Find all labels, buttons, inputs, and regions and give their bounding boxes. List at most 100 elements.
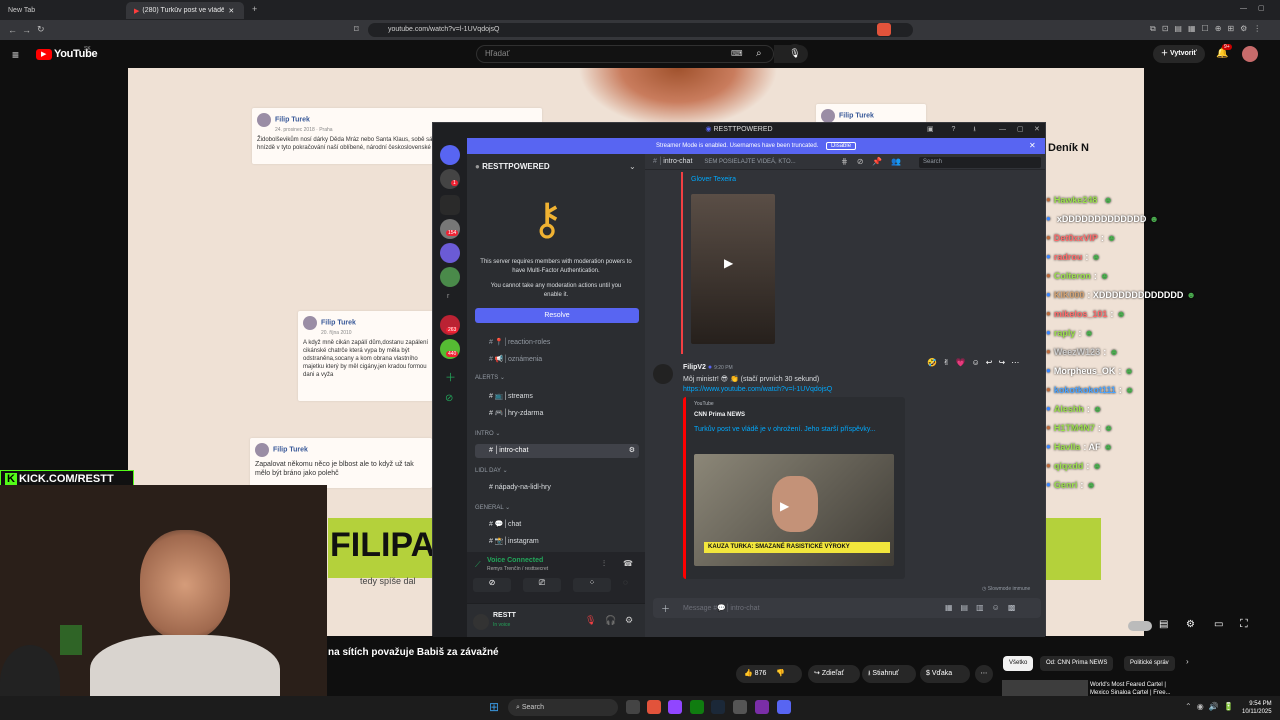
discord-titlebar-icons[interactable]: ▣ ? ⭳ [927, 126, 984, 133]
discord-taskbar-icon[interactable] [777, 700, 791, 714]
channel-intro-chat[interactable]: # │intro-chat ⚙ [475, 444, 639, 458]
channel-settings-icon[interactable]: ⚙ [629, 444, 635, 458]
rec-title[interactable]: World's Most Feared Cartel | Mexico Sinal… [1090, 681, 1171, 697]
chip-channel[interactable]: Od: CNN Prima NEWS [1040, 656, 1114, 671]
tab-new-tab[interactable]: New Tab [0, 2, 120, 19]
subtitles-icon[interactable]: ▤ [1159, 619, 1168, 630]
category-intro[interactable]: INTRO ⌄ [475, 430, 500, 437]
server-icon[interactable] [440, 219, 460, 239]
activities-button[interactable]: ⁘ [573, 578, 611, 592]
back-icon[interactable]: ← [8, 26, 17, 35]
mute-icon[interactable]: 🎙 [585, 615, 596, 626]
channel-search-input[interactable]: Search [919, 157, 1041, 168]
close-tab-icon[interactable]: ✕ [228, 7, 234, 15]
embed-author[interactable]: CNN Prima NEWS [694, 412, 745, 418]
brave-icon[interactable] [647, 700, 661, 714]
thanks-button[interactable]: $ Vďaka [920, 665, 970, 683]
share-button[interactable]: ↪ Zdieľať [808, 665, 860, 683]
channel-instagram[interactable]: # 📸│instagram [475, 535, 639, 549]
like-button[interactable]: 👍 876 👎 [736, 665, 802, 683]
app-icon[interactable] [733, 700, 747, 714]
channel-chat[interactable]: # 💬│chat [475, 518, 639, 532]
bookmark-icon[interactable]: ⌑ [354, 25, 359, 34]
disconnect-icon[interactable]: ☎ [623, 559, 633, 568]
resolve-button[interactable]: Resolve [475, 308, 639, 323]
clock[interactable]: 9:54 PM 10/11/2025 [1242, 700, 1272, 716]
create-button[interactable]: ＋ Vytvoriť [1153, 45, 1205, 63]
soundboard-icon[interactable]: ◌ [623, 578, 639, 592]
microphone-icon[interactable]: 🎙 [786, 44, 804, 62]
header-toolbar-icons[interactable]: ⋕⊘📌👥 [841, 158, 910, 166]
browser-toolbar-icons[interactable]: ⧉⊡▤▦☐⊕⊞⚙⋮ [1150, 25, 1267, 33]
server-icon[interactable] [440, 169, 460, 189]
category-alerts[interactable]: ALERTS ⌄ [475, 374, 505, 381]
chevron-down-icon[interactable]: ⌄ [629, 162, 636, 171]
message-composer[interactable]: ＋ Message #💬│intro-chat ▦▤▥☺▩ [653, 598, 1041, 618]
app-icon[interactable] [755, 700, 769, 714]
category-lidl-day[interactable]: LIDL DAY ⌄ [475, 467, 508, 474]
rec-thumbnail[interactable] [1002, 680, 1088, 696]
discord-home-icon[interactable] [440, 145, 460, 165]
channel-reaction-roles[interactable]: # 📍│reaction-roles [475, 336, 639, 350]
server-icon[interactable] [440, 243, 460, 263]
discord-minimize-icon[interactable]: — [999, 126, 1006, 133]
user-settings-icon[interactable]: ⚙ [625, 615, 633, 626]
embed-title[interactable]: Turkův post ve vládě je v ohrožení. Jeho… [694, 425, 884, 435]
message-author[interactable]: FilipV2 [683, 364, 706, 371]
chip-all[interactable]: Všetko [1003, 656, 1034, 671]
user-avatar[interactable] [473, 614, 489, 630]
settings-gear-icon[interactable]: ⚙ [1186, 619, 1195, 630]
message-link[interactable]: https://www.youtube.com/watch?v=l-1UVqdo… [683, 386, 832, 393]
reload-icon[interactable]: ↻ [37, 25, 45, 34]
url-field[interactable]: youtube.com/watch?v=l-1UVqdojsQ [368, 23, 913, 37]
camera-off-button[interactable]: ⊘ [473, 578, 511, 592]
header-topic[interactable]: SEM POSIELAJTE VIDEÁ, KTO... [704, 159, 795, 165]
autoplay-toggle[interactable] [1128, 621, 1152, 631]
thumbs-down-icon[interactable]: 👎 [776, 670, 785, 677]
download-button[interactable]: ⭳ Stiahnuť [862, 665, 916, 683]
search-icon[interactable]: ⌕ [756, 48, 762, 59]
tab-youtube[interactable]: ▶ (280) Turkův post ve vládě j... ✕ [126, 2, 244, 19]
steam-icon[interactable] [711, 700, 725, 714]
deafen-icon[interactable]: 🎧 [605, 615, 616, 626]
channel-oznamenia[interactable]: # 📢│oznámenia [475, 353, 639, 367]
channel-streams[interactable]: # 📺│streams [475, 390, 639, 404]
prev-embed-title[interactable]: Glover Texeira [691, 176, 736, 183]
voice-server[interactable]: Remys Trenčín / resttsecret [487, 566, 548, 572]
server-icon[interactable] [440, 267, 460, 287]
composer-icons[interactable]: ▦▤▥☺▩ [945, 603, 1023, 612]
channel-hry-zdarma[interactable]: # 🎮│hry-zdarma [475, 407, 639, 421]
server-icon[interactable] [440, 195, 460, 215]
discord-close-icon[interactable]: ✕ [1034, 126, 1040, 133]
avatar[interactable] [1242, 46, 1258, 62]
xbox-icon[interactable] [690, 700, 704, 714]
taskbar-search[interactable]: ⌕ Search [508, 699, 618, 716]
attach-plus-icon[interactable]: ＋ [661, 602, 670, 615]
menu-icon[interactable]: ≡ [12, 48, 19, 62]
discord-maximize-icon[interactable]: ▢ [1017, 126, 1024, 133]
youtube-search-input[interactable]: Hľadať [476, 45, 774, 63]
twitch-icon[interactable] [668, 700, 682, 714]
forward-icon[interactable]: → [22, 26, 31, 35]
message-reactions-toolbar[interactable]: 🤣✌💗☺↩↪⋯ [927, 358, 1025, 367]
minimize-icon[interactable]: — [1240, 5, 1247, 12]
chip-politics[interactable]: Politické správ [1124, 656, 1175, 671]
embed-video-thumbnail[interactable]: ▶ KAUZA TURKA: SMAZANÉ RASISTICKÉ VÝROKY [694, 454, 894, 566]
keyboard-icon[interactable]: ⌨ [731, 49, 743, 58]
noise-suppression-icon[interactable]: ⫶ [603, 559, 605, 569]
brave-shield-icon[interactable] [877, 23, 891, 36]
add-server-icon[interactable]: ＋ [445, 369, 456, 385]
screen-share-button[interactable]: ⎚ [523, 578, 561, 592]
banner-close-icon[interactable]: ✕ [1029, 141, 1036, 150]
disable-streamer-mode-button[interactable]: Disable [826, 142, 857, 150]
category-general[interactable]: GENERAL ⌄ [475, 504, 510, 511]
more-actions-icon[interactable]: ⋯ [975, 665, 993, 683]
server-icon-letter[interactable]: r [447, 293, 449, 300]
explore-icon[interactable]: ⊘ [445, 393, 453, 404]
user-name[interactable]: RESTT [493, 612, 516, 619]
prev-video-thumbnail[interactable]: ▶ [691, 194, 775, 344]
channel-napady[interactable]: # nápady-na-lidl-hry [475, 481, 639, 495]
message-avatar[interactable] [653, 364, 673, 384]
new-tab-icon[interactable]: + [252, 5, 257, 14]
server-name[interactable]: ● RESTTPOWERED [475, 162, 550, 171]
